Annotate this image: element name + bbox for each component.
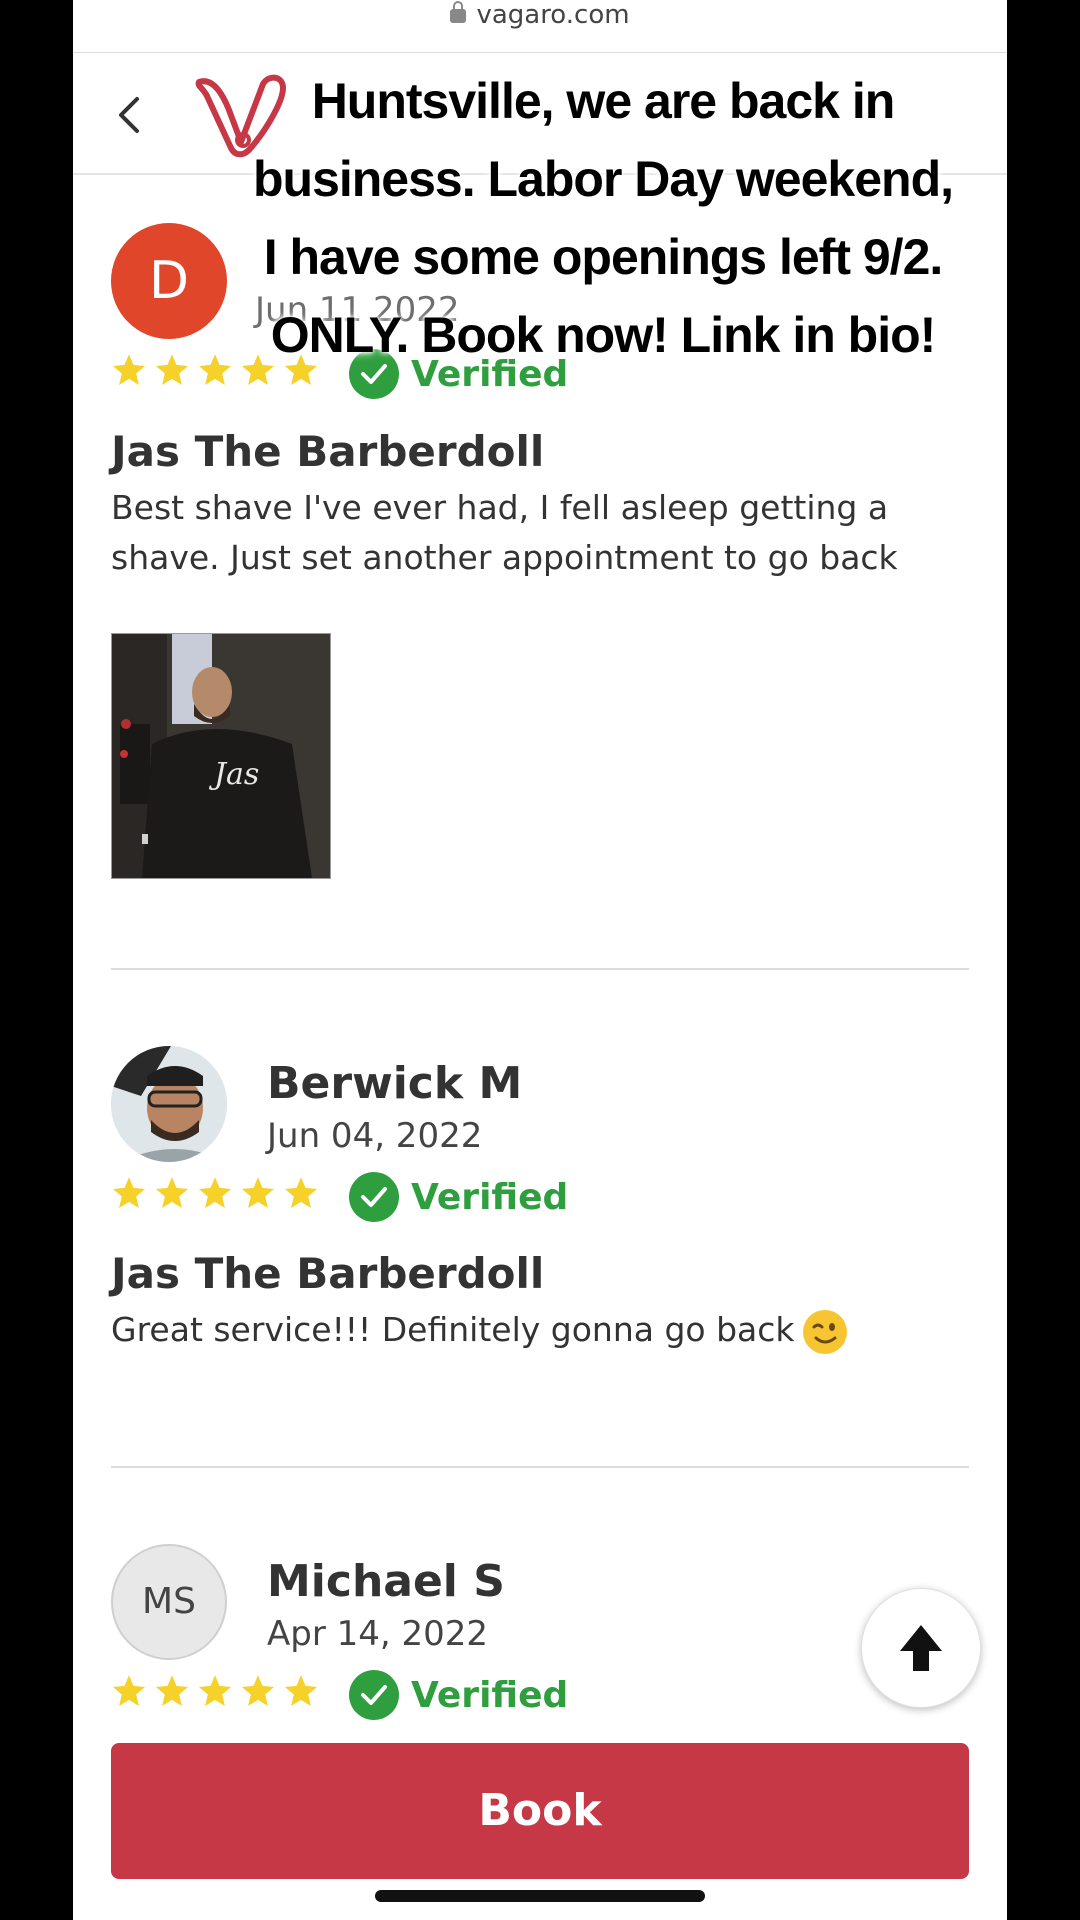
review-text-body: Great service!!! Definitely gonna go bac… [111, 1310, 795, 1349]
checkmark-icon [349, 1670, 399, 1720]
verified-label: Verified [411, 1176, 569, 1218]
star-icon [241, 1177, 275, 1208]
verified-badge: Verified [349, 1172, 568, 1222]
review-date: Jun 04, 2022 [267, 1116, 483, 1156]
star-icon [198, 1177, 232, 1208]
star-icon [284, 1675, 318, 1706]
scroll-to-top-button[interactable] [861, 1588, 981, 1708]
star-icon [112, 1675, 146, 1706]
review-photo-image: Jas [112, 634, 330, 878]
url-display[interactable]: vagaro.com [73, 0, 1007, 30]
star-icon [112, 1177, 146, 1208]
service-provider-name: Jas The Barberdoll [111, 427, 545, 476]
review-divider [111, 968, 969, 970]
service-provider-name: Jas The Barberdoll [111, 1249, 545, 1298]
reviewer-photo-image [111, 1046, 227, 1162]
lock-icon [450, 1, 467, 23]
star-rating [111, 1673, 326, 1711]
star-icon [284, 1177, 318, 1208]
arrow-up-icon [900, 1625, 942, 1671]
star-icon [241, 1675, 275, 1706]
phone-screen: vagaro.com D Jun 11 2022 Verified Jas Th… [73, 0, 1007, 1920]
star-icon [155, 1177, 189, 1208]
reviewer-name: Berwick M [267, 1058, 523, 1109]
verified-label: Verified [411, 1674, 569, 1716]
back-chevron-icon[interactable] [111, 95, 151, 135]
star-icon [155, 1675, 189, 1706]
reviewer-avatar: MS [111, 1544, 227, 1660]
browser-url-bar[interactable]: vagaro.com [73, 0, 1007, 53]
star-rating [111, 1175, 326, 1213]
star-icon [198, 1675, 232, 1706]
review-date: Apr 14, 2022 [267, 1614, 489, 1654]
overlay-caption: Huntsville, we are back in business. Lab… [252, 73, 954, 363]
star-icon [198, 354, 232, 385]
review-photo[interactable]: Jas [111, 633, 331, 879]
home-indicator[interactable] [375, 1890, 705, 1902]
checkmark-icon [349, 1172, 399, 1222]
book-button[interactable]: Book [111, 1743, 969, 1879]
winking-face-icon [802, 1309, 847, 1354]
verified-badge: Verified [349, 1670, 568, 1720]
star-icon [112, 354, 146, 385]
review-text: Great service!!! Definitely gonna go bac… [111, 1305, 961, 1355]
star-icon [155, 354, 189, 385]
url-text: vagaro.com [476, 0, 630, 30]
svg-text:Jas: Jas [208, 757, 259, 792]
review-divider [111, 1466, 969, 1468]
review-text: Best shave I've ever had, I fell asleep … [111, 488, 898, 577]
reviewer-avatar: D [111, 223, 227, 339]
reviewer-avatar [111, 1046, 227, 1162]
reviewer-name: Michael S [267, 1556, 505, 1607]
